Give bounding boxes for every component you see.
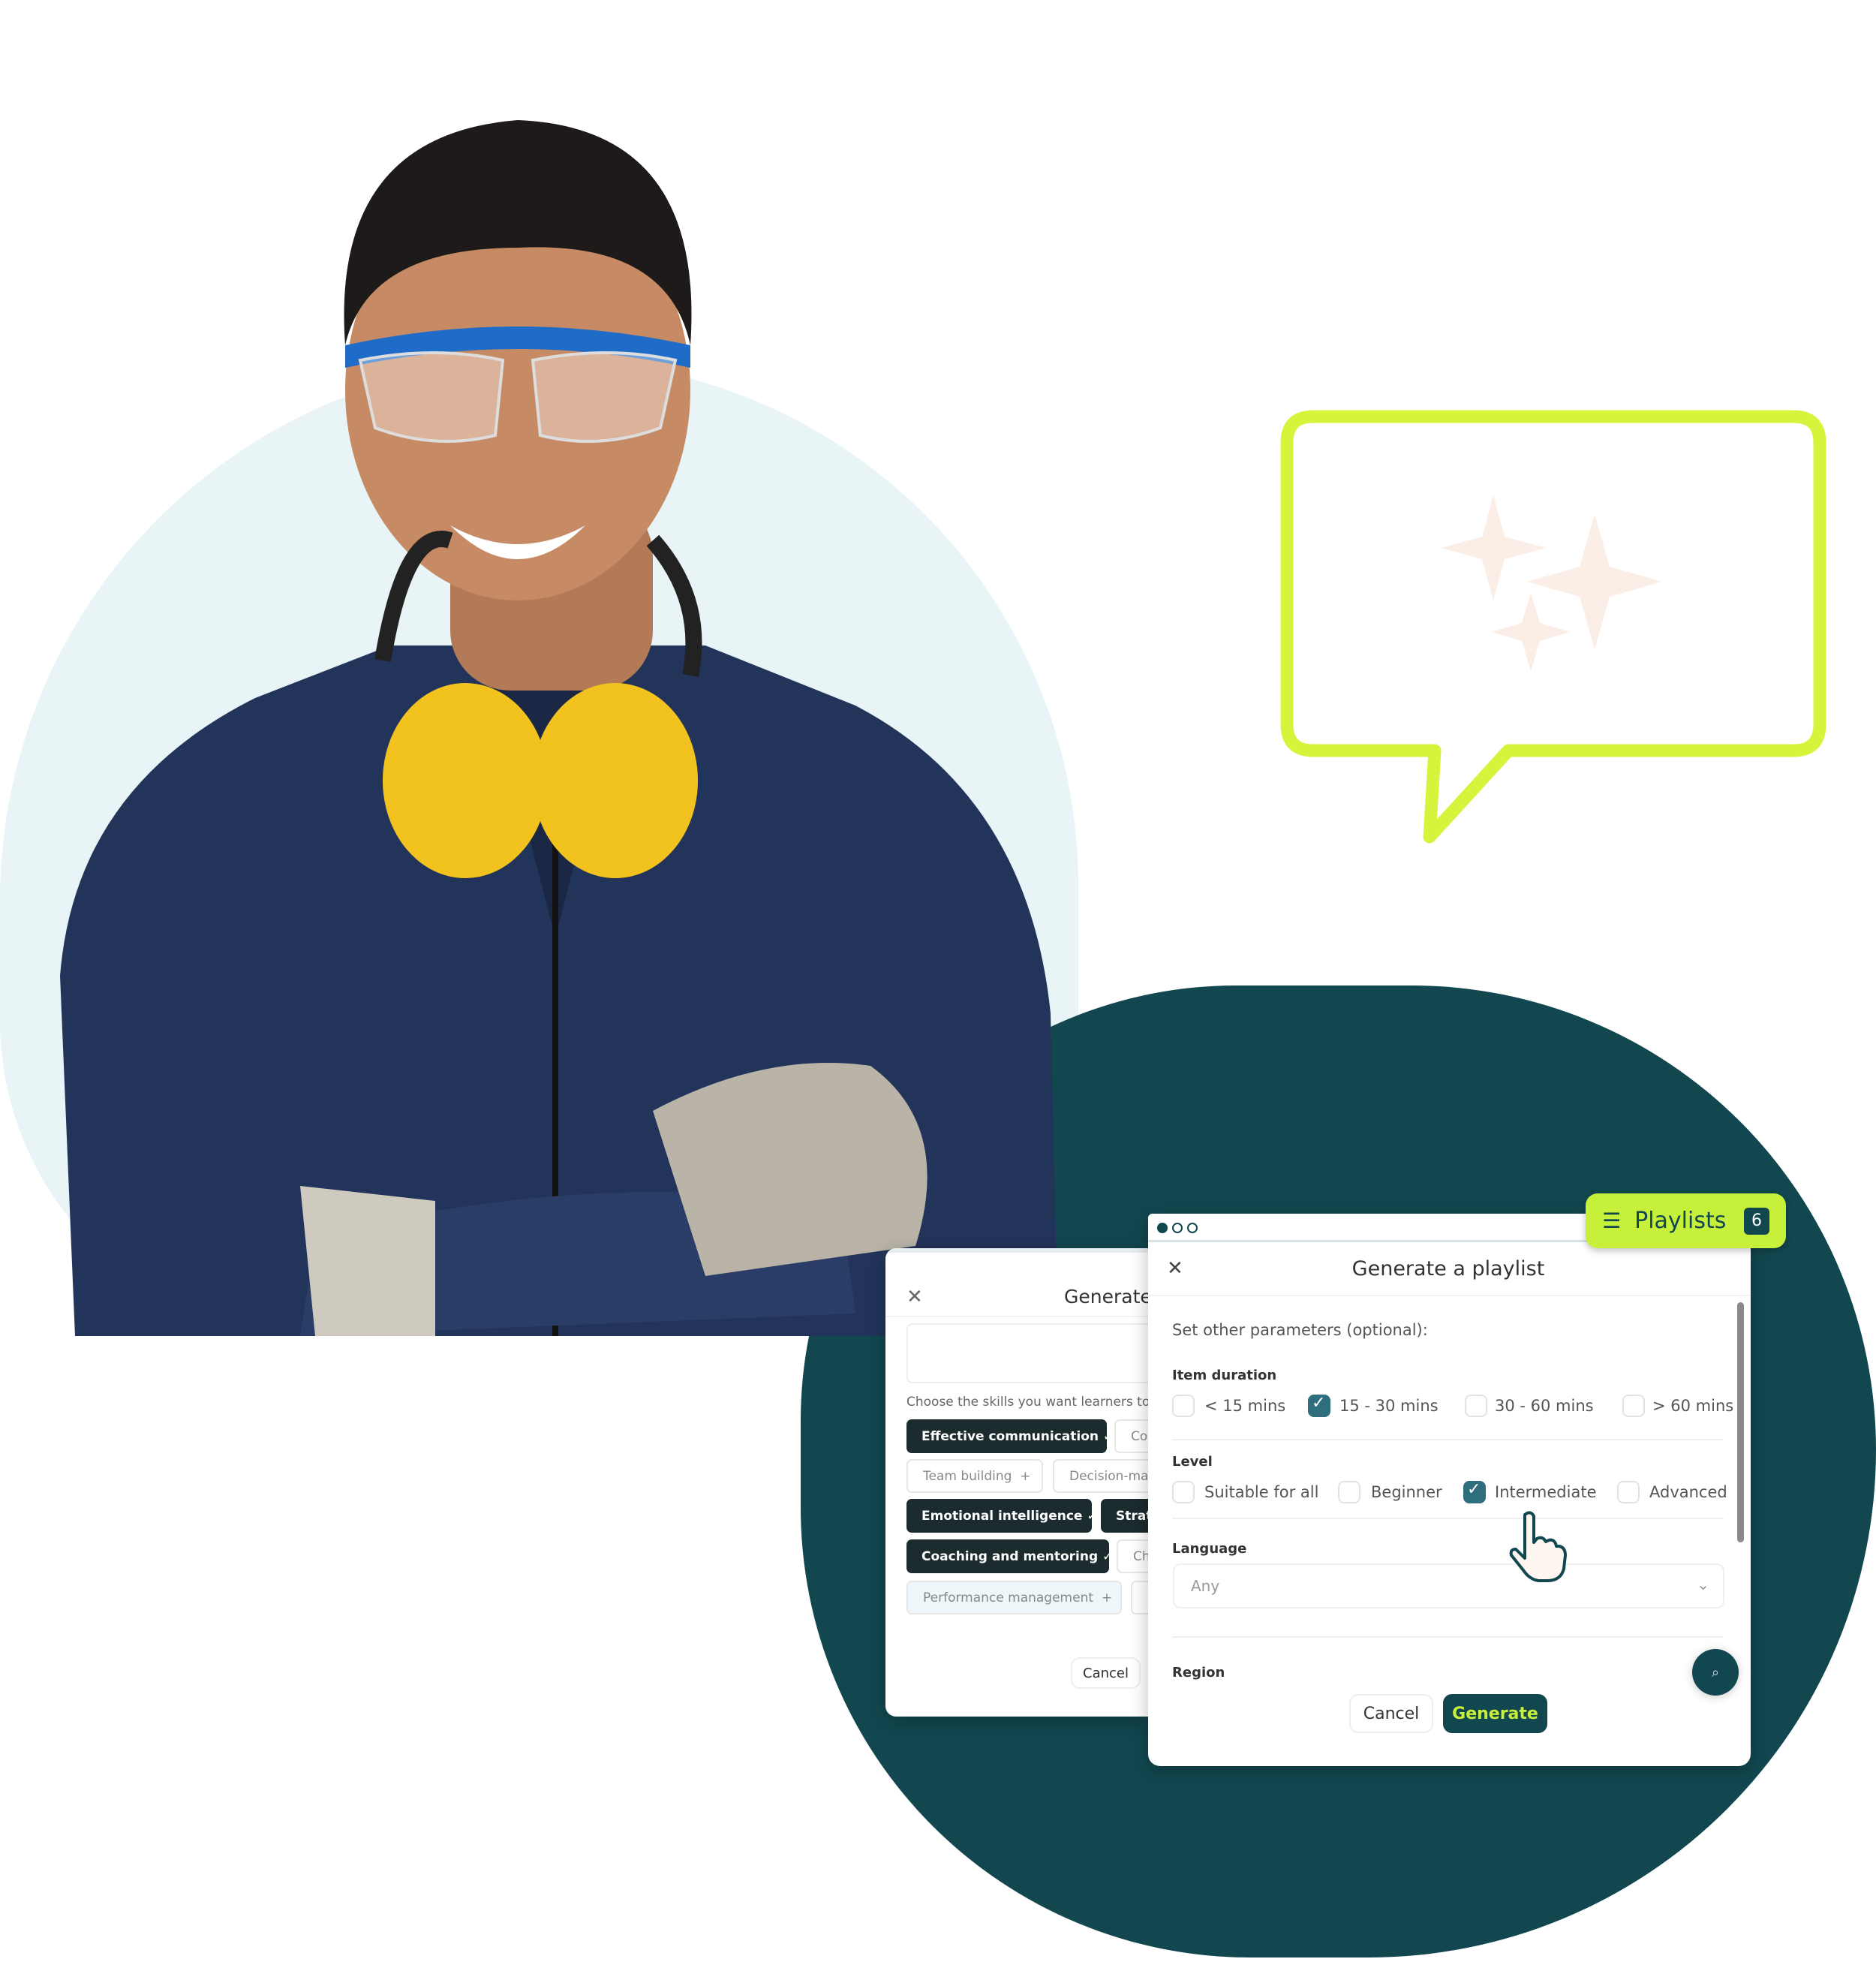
option-label: > 60 mins [1652, 1397, 1734, 1415]
worker-photo [60, 120, 1058, 1336]
chevron-down-icon: ⌄ [1697, 1575, 1709, 1593]
skill-chip-performance-management[interactable]: Performance management + [906, 1581, 1122, 1614]
region-label: Region [1172, 1665, 1225, 1681]
description-textarea[interactable] [906, 1323, 1148, 1383]
skill-chip[interactable]: Ch [1117, 1539, 1148, 1573]
skill-chip-coaching-and-mentoring[interactable]: Coaching and mentoring ✓ [906, 1539, 1113, 1573]
check-icon: ✓ [1087, 1508, 1098, 1524]
generate-playlist-modal: ✕ Generate a playlist Set other paramete… [1148, 1214, 1751, 1766]
search-button[interactable]: ⌕ [1692, 1649, 1739, 1696]
cancel-button[interactable]: Cancel [1071, 1657, 1141, 1689]
hand-cursor-icon [1509, 1511, 1567, 1582]
cancel-button[interactable]: Cancel [1349, 1694, 1433, 1733]
skill-chip-emotional-intelligence[interactable]: Emotional intelligence ✓ [906, 1499, 1098, 1533]
check-icon: ✓ [1102, 1428, 1114, 1444]
playlists-count: 6 [1744, 1207, 1769, 1235]
skill-chip-team-building[interactable]: Team building + [906, 1459, 1043, 1493]
checkbox-advanced[interactable] [1617, 1481, 1640, 1503]
modal-title: Generate a playlist [1351, 1257, 1545, 1280]
window-dot-icon [1172, 1223, 1183, 1233]
checkbox-beginner[interactable] [1338, 1481, 1360, 1503]
playlists-badge[interactable]: ☰ Playlists 6 [1586, 1193, 1786, 1248]
option-label: Beginner [1371, 1483, 1442, 1501]
modal-title: Generate a [1064, 1286, 1148, 1307]
checkbox-over-60[interactable] [1622, 1395, 1645, 1417]
skills-prompt: Choose the skills you want learners to d [906, 1395, 1148, 1410]
generate-playlist-modal-back: ✕ Generate a Choose the skills you want … [885, 1248, 1148, 1717]
scrollbar[interactable] [1737, 1302, 1744, 1542]
option-label: Intermediate [1495, 1483, 1597, 1501]
language-label: Language [1172, 1541, 1247, 1557]
skill-chip-effective-communication[interactable]: Effective communication ✓ [906, 1419, 1114, 1453]
option-label: 30 - 60 mins [1495, 1397, 1594, 1415]
item-duration-label: Item duration [1172, 1368, 1277, 1383]
close-icon[interactable]: ✕ [906, 1286, 923, 1308]
option-label: Advanced [1649, 1483, 1727, 1501]
intro-text: Set other parameters (optional): [1172, 1321, 1428, 1339]
chat-bubble-illustration [1280, 410, 1826, 844]
window-dot-icon [1157, 1223, 1168, 1233]
option-label: < 15 mins [1204, 1397, 1286, 1415]
search-icon: ⌕ [1711, 1664, 1720, 1681]
generate-button[interactable]: Generate [1443, 1694, 1547, 1733]
level-label: Level [1172, 1454, 1213, 1470]
stack-icon: ☰ [1602, 1208, 1622, 1233]
skill-chip[interactable]: Strat [1101, 1499, 1148, 1533]
checkbox-intermediate[interactable]: ✓ [1463, 1480, 1486, 1503]
checkbox-15-30[interactable]: ✓ [1308, 1394, 1330, 1417]
checkbox-under-15[interactable] [1172, 1395, 1195, 1417]
check-icon: ✓ [1467, 1480, 1481, 1499]
checkbox-30-60[interactable] [1465, 1395, 1487, 1417]
checkbox-suitable-for-all[interactable] [1172, 1481, 1195, 1503]
option-label: Suitable for all [1204, 1483, 1319, 1501]
option-label: 15 - 30 mins [1339, 1397, 1439, 1415]
language-select[interactable]: Any ⌄ [1173, 1563, 1724, 1608]
playlists-label: Playlists [1634, 1208, 1727, 1234]
skill-chip-decision-making[interactable]: Decision-mal [1053, 1459, 1148, 1493]
language-value: Any [1191, 1577, 1220, 1595]
skill-chip[interactable] [1131, 1581, 1148, 1614]
check-icon: ✓ [1102, 1548, 1114, 1564]
plus-icon: + [1101, 1590, 1113, 1605]
plus-icon: + [1020, 1468, 1031, 1484]
skill-chip[interactable]: Co [1114, 1419, 1148, 1453]
check-icon: ✓ [1312, 1394, 1326, 1413]
window-dot-icon [1187, 1223, 1198, 1233]
